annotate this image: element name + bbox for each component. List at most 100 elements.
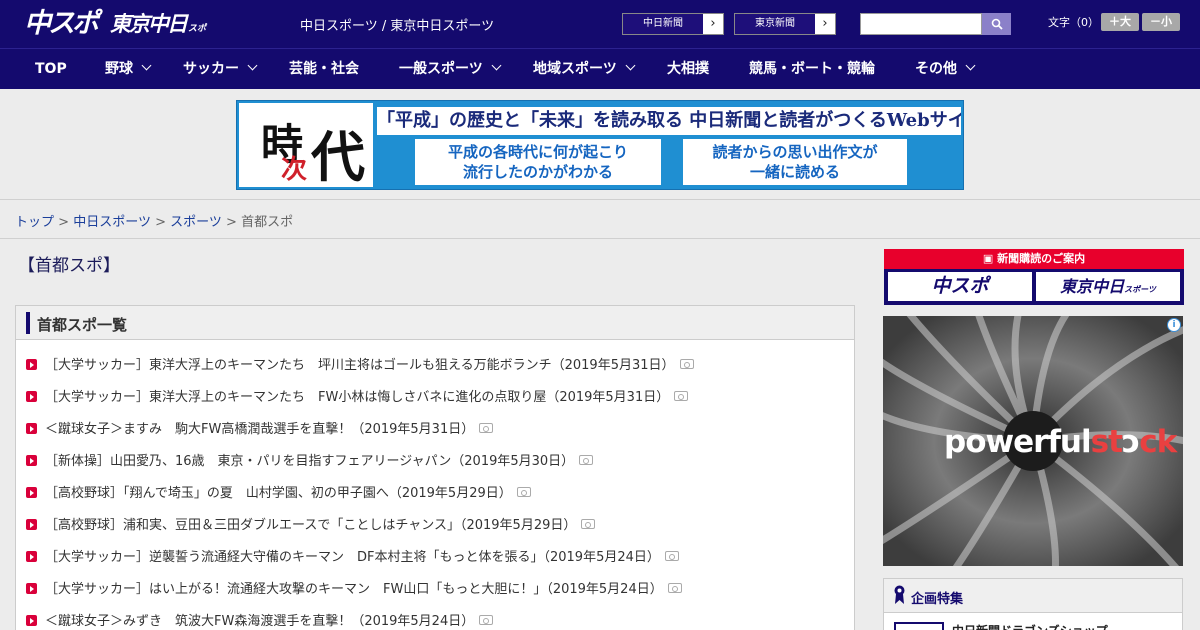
breadcrumb-bar: トップ > 中日スポーツ > スポーツ > 首都スポ bbox=[0, 199, 1200, 239]
bullet-arrow-icon bbox=[26, 359, 37, 370]
article-title: ［大学サッカー］はい上がる！流通経大攻撃のキーマン FW山口「もっと大胆に！」（… bbox=[45, 582, 663, 597]
subscribe-tokyo-chunichi-sub: スポーツ bbox=[1124, 285, 1156, 294]
search-button[interactable] bbox=[982, 13, 1011, 35]
jidai-banner-ad[interactable]: 時 次 代 「平成」の歴史と「未来」を読み取る 中日新聞と読者がつくるWebサイ… bbox=[236, 100, 964, 190]
font-bigger-button[interactable]: ＋大 bbox=[1101, 13, 1139, 31]
nav-item-soccer[interactable]: サッカー bbox=[183, 49, 258, 89]
article-title: ＜蹴球女子＞ますみ 駒大FW高橋潤哉選手を直撃！（2019年5月31日） bbox=[45, 422, 475, 437]
chevron-down-icon bbox=[141, 60, 152, 71]
banner-headline: 「平成」の歴史と「未来」を読み取る 中日新聞と読者がつくるWebサイト bbox=[377, 107, 961, 135]
subscribe-tokyo-chunichi-button[interactable]: 東京中日スポーツ bbox=[1036, 272, 1180, 301]
breadcrumb-top[interactable]: トップ bbox=[15, 215, 54, 230]
award-ribbon-icon bbox=[894, 585, 905, 604]
chevron-right-icon: › bbox=[822, 16, 828, 31]
breadcrumb-separator: > bbox=[58, 215, 70, 230]
nav-item-regional-sports[interactable]: 地域スポーツ bbox=[533, 49, 636, 89]
bullet-arrow-icon bbox=[26, 423, 37, 434]
article-list-header: 首都スポ一覧 bbox=[16, 306, 854, 340]
ad-brand-text: powerfulstɔck bbox=[944, 424, 1177, 460]
list-item[interactable]: ［高校野球］浦和実、豆田＆三田ダブルエースで「ことしはチャンス」（2019年5月… bbox=[26, 514, 596, 536]
bullet-arrow-icon bbox=[26, 391, 37, 402]
banner-sub-left-1: 平成の各時代に何が起こり bbox=[447, 143, 628, 161]
site-links[interactable]: 中日スポーツ / 東京中日スポーツ bbox=[300, 15, 494, 34]
list-item[interactable]: ［大学サッカー］東洋大浮上のキーマンたち FW小林は悔しさバネに進化の点取り屋（… bbox=[26, 386, 689, 408]
bullet-arrow-icon bbox=[26, 487, 37, 498]
tokyo-chunichi-logo[interactable]: 東京中日スポーツ bbox=[110, 8, 210, 71]
chunichi-shimbun-button[interactable]: 中日新聞 › bbox=[622, 13, 724, 35]
subscription-box[interactable]: ▣ 新聞購読のご案内 中スポ 東京中日スポーツ bbox=[884, 249, 1184, 305]
chevron-down-icon bbox=[247, 60, 258, 71]
newspaper-icon: ▣ bbox=[982, 252, 998, 265]
article-title: ［高校野球］浦和実、豆田＆三田ダブルエースで「ことしはチャンス」（2019年5月… bbox=[45, 518, 577, 533]
nav-label: サッカー bbox=[183, 61, 239, 77]
article-list: 首都スポ一覧 ［大学サッカー］東洋大浮上のキーマンたち 坪川主将はゴールも狙える… bbox=[15, 305, 855, 630]
ad-brand-part-2: st bbox=[1090, 424, 1123, 460]
feature-item-thumbnail[interactable] bbox=[894, 622, 944, 630]
feature-item-link[interactable]: 中日新聞ドラゴンズショップ bbox=[952, 622, 1108, 630]
camera-icon bbox=[516, 487, 531, 497]
breadcrumb-separator: > bbox=[155, 215, 166, 230]
breadcrumb: トップ > 中日スポーツ > スポーツ > 首都スポ bbox=[15, 211, 293, 230]
banner-kanji-box: 時 次 代 bbox=[239, 103, 373, 189]
list-item[interactable]: ＜蹴球女子＞ますみ 駒大FW高橋潤哉選手を直撃！（2019年5月31日） bbox=[26, 418, 494, 440]
nav-label: 地域スポーツ bbox=[533, 61, 617, 77]
subscribe-tokyo-chunichi-label: 東京中日 bbox=[1060, 277, 1125, 296]
site-header: 中スポ 東京中日スポーツ 中日スポーツ / 東京中日スポーツ 中日新聞 › 東京… bbox=[0, 0, 1200, 71]
list-item[interactable]: ［大学サッカー］はい上がる！流通経大攻撃のキーマン FW山口「もっと大胆に！」（… bbox=[26, 578, 682, 600]
ad-info-icon[interactable]: i bbox=[1167, 318, 1181, 332]
banner-sub-left: 平成の各時代に何が起こり 流行したのかがわかる bbox=[415, 139, 661, 185]
tokyo-chunichi-logo-text: 東京中日 bbox=[110, 12, 188, 36]
nav-item-racing[interactable]: 競馬・ボート・競輪 bbox=[749, 49, 875, 89]
nav-item-other[interactable]: その他 bbox=[915, 49, 976, 89]
nav-item-top[interactable]: TOP bbox=[35, 49, 67, 89]
article-title: ［高校野球］「翔んで埼玉」の夏 山村学園、初の甲子園へ（2019年5月29日） bbox=[45, 486, 512, 501]
nav-label: 大相撲 bbox=[667, 61, 709, 77]
list-item[interactable]: ＜蹴球女子＞みずき 筑波大FW森海渡選手を直撃！（2019年5月24日） bbox=[26, 610, 494, 630]
nav-item-baseball[interactable]: 野球 bbox=[105, 49, 152, 89]
list-item[interactable]: ［高校野球］「翔んで埼玉」の夏 山村学園、初の甲子園へ（2019年5月29日） bbox=[26, 482, 531, 504]
nav-item-sumo[interactable]: 大相撲 bbox=[667, 49, 709, 89]
camera-icon bbox=[479, 615, 494, 625]
ad-brand-part-3: ck bbox=[1139, 424, 1177, 460]
breadcrumb-sports[interactable]: スポーツ bbox=[170, 215, 222, 230]
breadcrumb-separator: > bbox=[226, 215, 237, 230]
camera-icon bbox=[679, 359, 694, 369]
list-item[interactable]: ［大学サッカー］東洋大浮上のキーマンたち 坪川主将はゴールも狙える万能ボランチ（… bbox=[26, 354, 694, 376]
subscription-title: ▣ 新聞購読のご案内 bbox=[884, 249, 1184, 269]
camera-icon bbox=[674, 391, 689, 401]
subscribe-chuspo-button[interactable]: 中スポ bbox=[888, 272, 1032, 301]
article-title: ＜蹴球女子＞みずき 筑波大FW森海渡選手を直撃！（2019年5月24日） bbox=[45, 614, 475, 629]
banner-sub-left-2: 流行したのかがわかる bbox=[462, 163, 613, 181]
camera-icon bbox=[479, 423, 494, 433]
article-title: ［大学サッカー］東洋大浮上のキーマンたち FW小林は悔しさバネに進化の点取り屋（… bbox=[45, 390, 670, 405]
nav-label: 一般スポーツ bbox=[399, 61, 483, 77]
tokyo-shimbun-button[interactable]: 東京新聞 › bbox=[734, 13, 836, 35]
bullet-arrow-icon bbox=[26, 615, 37, 626]
page-title: 【首都スポ】 bbox=[18, 256, 120, 276]
list-item[interactable]: ［大学サッカー］逆襲誓う流通経大守備のキーマン DF本村主将「もっと体を張る」（… bbox=[26, 546, 679, 568]
article-title: ［新体操］山田愛乃、16歳 東京・パリを目指すフェアリージャパン（2019年5月… bbox=[45, 454, 575, 469]
list-item[interactable]: ［新体操］山田愛乃、16歳 東京・パリを目指すフェアリージャパン（2019年5月… bbox=[26, 450, 594, 472]
nav-label: TOP bbox=[35, 61, 67, 77]
nav-label: その他 bbox=[915, 61, 957, 77]
feature-box: 企画特集 中日新聞ドラゴンズショップ bbox=[883, 578, 1183, 630]
banner-kanji-dai: 代 bbox=[311, 125, 365, 189]
article-title: ［大学サッカー］逆襲誓う流通経大守備のキーマン DF本村主将「もっと体を張る」（… bbox=[45, 550, 660, 565]
search-input[interactable] bbox=[860, 13, 982, 35]
bullet-arrow-icon bbox=[26, 455, 37, 466]
nav-label: 競馬・ボート・競輪 bbox=[749, 61, 875, 77]
ad-brand-part-1: powerful bbox=[944, 424, 1092, 460]
nav-label: 芸能・社会 bbox=[289, 61, 359, 77]
nav-item-entertainment[interactable]: 芸能・社会 bbox=[289, 49, 359, 89]
nav-item-general-sports[interactable]: 一般スポーツ bbox=[399, 49, 502, 89]
chuspo-logo[interactable]: 中スポ bbox=[24, 8, 102, 40]
camera-icon bbox=[579, 455, 594, 465]
bullet-arrow-icon bbox=[26, 551, 37, 562]
banner-sub-right-2: 一緒に読める bbox=[749, 163, 840, 181]
chevron-down-icon bbox=[491, 60, 502, 71]
bullet-arrow-icon bbox=[26, 519, 37, 530]
camera-icon bbox=[581, 519, 596, 529]
feature-title: 企画特集 bbox=[911, 592, 964, 607]
font-smaller-button[interactable]: －小 bbox=[1142, 13, 1180, 31]
breadcrumb-chunichi-sports[interactable]: 中日スポーツ bbox=[73, 215, 151, 230]
